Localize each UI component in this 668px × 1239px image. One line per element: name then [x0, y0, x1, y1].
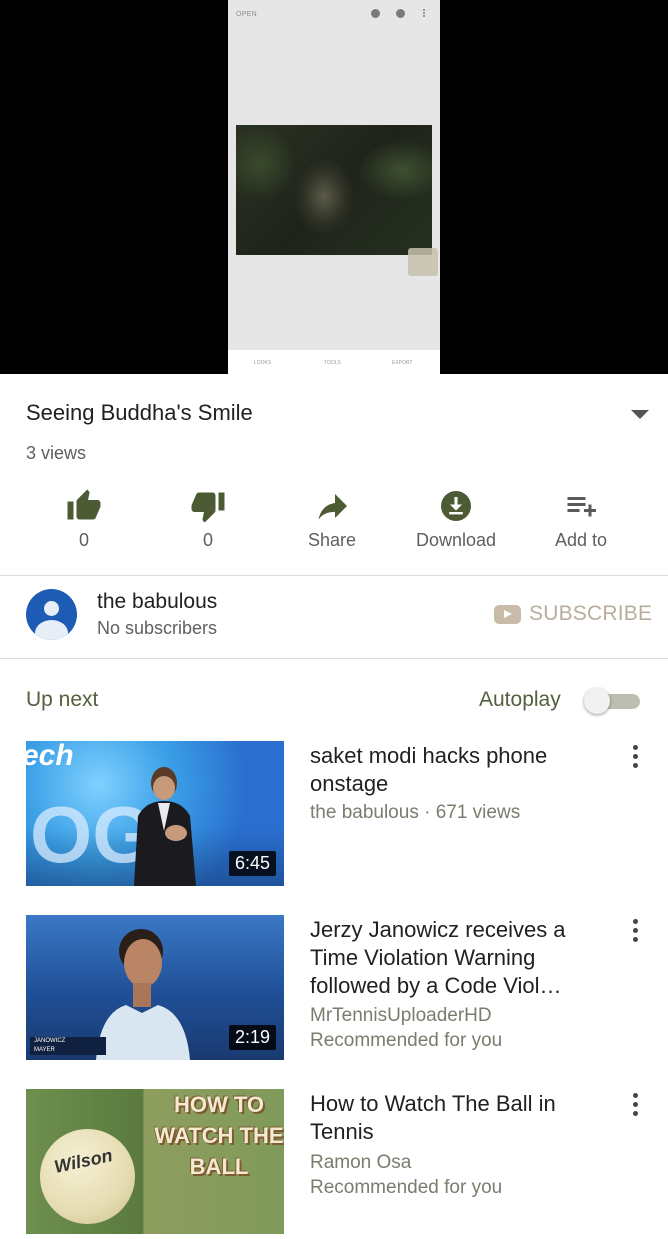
- list-item[interactable]: JANOWICZ MAYER 2:19 Jerzy Janowicz recei…: [0, 915, 668, 1065]
- thumbnail-text: ech: [26, 741, 74, 772]
- more-options-icon[interactable]: [626, 1093, 644, 1119]
- more-options-icon[interactable]: [626, 745, 644, 771]
- speaker-figure: [134, 767, 196, 886]
- expand-description-icon[interactable]: [631, 410, 649, 419]
- video-player[interactable]: OPEN LOOKS TOOLS EXPORT: [0, 0, 668, 374]
- video-item-title: Jerzy Janowicz receives a Time Violation…: [310, 917, 566, 998]
- phone-info-icon: [396, 9, 405, 18]
- avatar-person-icon: [44, 601, 59, 616]
- share-button[interactable]: Share: [270, 485, 394, 555]
- thumbnail-caption-line: BALL: [189, 1154, 249, 1179]
- video-frame-phone-screen: OPEN LOOKS TOOLS EXPORT: [228, 0, 440, 374]
- channel-avatar[interactable]: [26, 589, 77, 640]
- youtube-logo-icon: [494, 605, 521, 624]
- video-thumbnail[interactable]: JANOWICZ MAYER 2:19: [26, 915, 284, 1060]
- phone-more-icon: [423, 9, 425, 18]
- video-thumbnail[interactable]: ech OGI 6:45: [26, 741, 284, 886]
- phone-tab-export: EXPORT: [392, 360, 413, 366]
- video-title: Seeing Buddha's Smile: [26, 400, 253, 425]
- phone-tab-looks: LOOKS: [254, 360, 272, 366]
- scoreboard-row: JANOWICZ: [34, 1038, 66, 1044]
- phone-app-bar: OPEN: [228, 0, 440, 28]
- duration-badge: 6:45: [228, 851, 276, 876]
- divider: [0, 658, 668, 659]
- divider: [0, 575, 668, 576]
- add-to-label: Add to: [554, 530, 608, 550]
- dislike-count: 0: [202, 530, 213, 550]
- duration-badge: 2:19: [228, 1025, 276, 1050]
- dislike-button[interactable]: 0: [146, 485, 270, 555]
- up-next-heading: Up next: [26, 688, 99, 711]
- action-bar: 0 0 Share Download Add to: [0, 485, 668, 555]
- autoplay-toggle-knob: [584, 688, 610, 714]
- more-options-icon[interactable]: [626, 919, 644, 945]
- thumbnail-caption-line: WATCH THE: [154, 1123, 284, 1148]
- view-count: 3 views: [26, 443, 87, 463]
- download-icon: [441, 491, 471, 521]
- share-label: Share: [307, 530, 357, 550]
- video-item-meta: the babulous · 671 views: [310, 802, 521, 823]
- subscriber-count: No subscribers: [97, 618, 218, 638]
- scoreboard-row: MAYER: [34, 1047, 55, 1053]
- video-item-channel: MrTennisUploaderHD: [310, 1005, 492, 1026]
- video-item-title: How to Watch The Ball in Tennis: [310, 1091, 556, 1144]
- phone-tab-tools: TOOLS: [324, 360, 341, 366]
- video-item-channel: Ramon Osa: [310, 1152, 412, 1173]
- phone-bottom-tabs: LOOKS TOOLS EXPORT: [228, 350, 440, 374]
- thumbnail-caption-line: HOW TO: [173, 1092, 265, 1117]
- like-button[interactable]: 0: [22, 485, 146, 555]
- thumbs-down-icon: [191, 492, 225, 523]
- phone-edit-badge-icon: [408, 248, 438, 276]
- video-item-title: saket modi hacks phone onstage: [310, 743, 548, 796]
- phone-filter-icon: [371, 9, 380, 18]
- phone-open-label: OPEN: [236, 11, 258, 18]
- autoplay-label: Autoplay: [479, 688, 561, 711]
- channel-name[interactable]: the babulous: [97, 590, 217, 614]
- download-label: Download: [415, 530, 497, 550]
- list-item[interactable]: ech OGI 6:45 saket modi hacks phone onst…: [0, 741, 668, 891]
- playlist-add-icon: [567, 497, 596, 517]
- download-button[interactable]: Download: [394, 485, 518, 555]
- thumbs-up-icon: [67, 489, 101, 520]
- video-thumbnail[interactable]: Wilson HOW TO WATCH THE BALL: [26, 1089, 284, 1234]
- autoplay-toggle[interactable]: [584, 688, 642, 714]
- add-to-button[interactable]: Add to: [519, 485, 643, 555]
- video-item-meta: Recommended for you: [310, 1030, 503, 1051]
- subscribe-label: SUBSCRIBE: [529, 602, 653, 625]
- tennis-ball-image: [40, 1129, 135, 1224]
- share-icon: [318, 494, 347, 520]
- like-count: 0: [78, 530, 89, 550]
- buddha-photo: [236, 125, 432, 255]
- list-item[interactable]: Wilson HOW TO WATCH THE BALL How to Watc…: [0, 1089, 668, 1239]
- scoreboard: JANOWICZ MAYER: [30, 1037, 106, 1055]
- avatar-body: [35, 620, 68, 640]
- thumbnail-caption: HOW TO WATCH THE BALL: [154, 1089, 284, 1182]
